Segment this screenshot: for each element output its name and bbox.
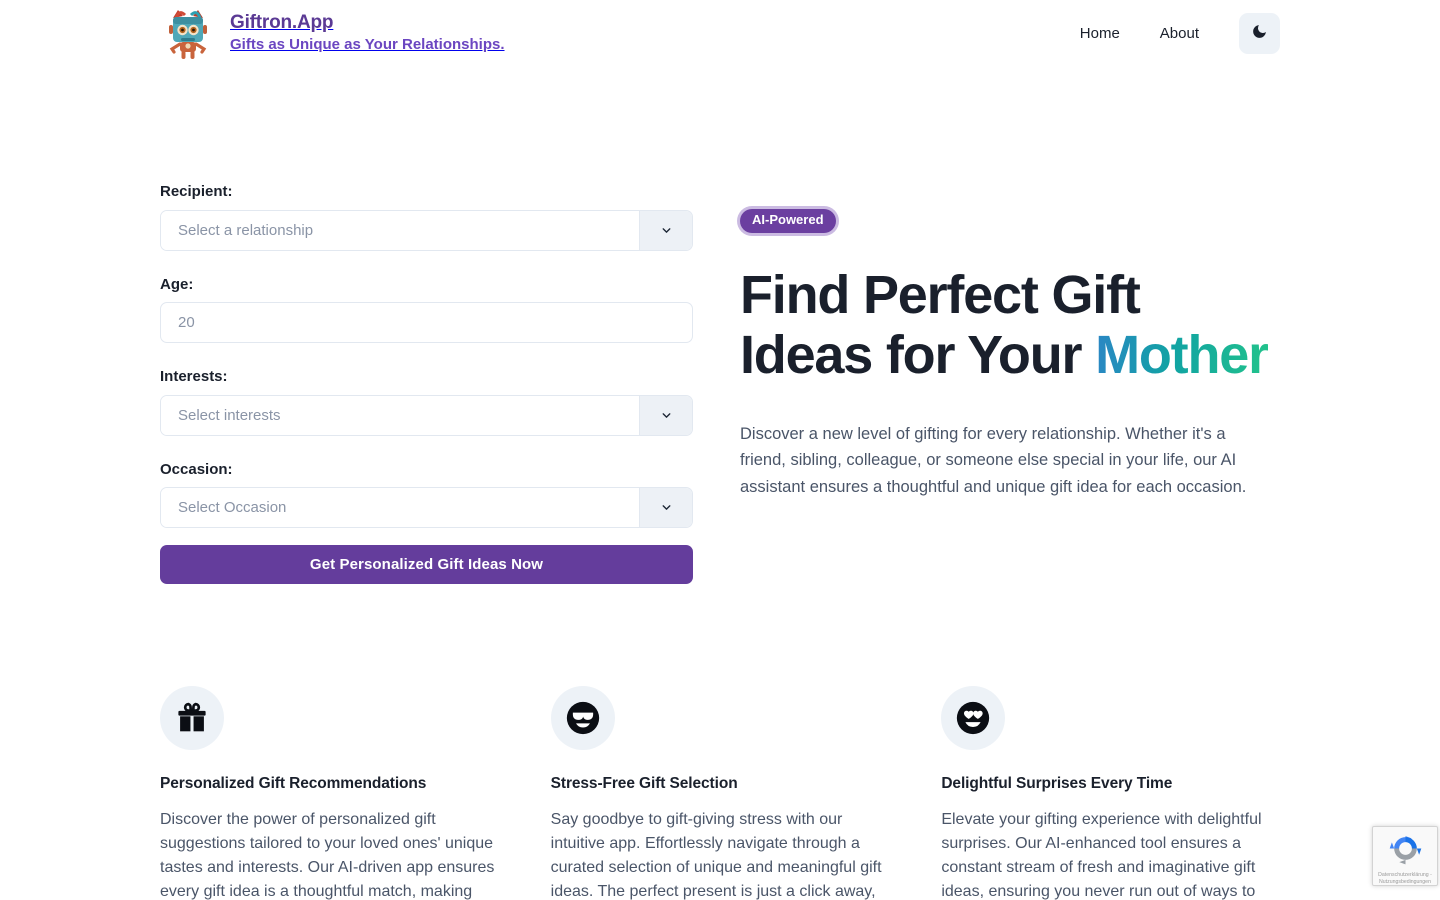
occasion-select[interactable]: Select Occasion <box>160 487 693 528</box>
interests-label: Interests: <box>160 368 228 385</box>
theme-toggle-button[interactable] <box>1239 12 1280 54</box>
recipient-label: Recipient: <box>160 183 233 200</box>
hero-grid: Recipient: Select a relationship Age: In… <box>160 66 1280 584</box>
sunglasses-smiley-icon <box>550 686 615 750</box>
nav-link-home[interactable]: Home <box>1060 18 1140 49</box>
feature-card: Stress-Free Gift Selection Say goodbye t… <box>550 686 890 900</box>
page-root: Giftron.App Gifts as Unique as Your Rela… <box>0 0 1440 900</box>
feature-description: Say goodbye to gift-giving stress with o… <box>550 811 882 900</box>
robot-mascot-logo-icon <box>160 5 216 61</box>
moon-icon <box>1251 23 1268 43</box>
interests-select-value: Select interests <box>161 395 639 435</box>
age-input[interactable] <box>160 302 693 343</box>
gift-box-icon <box>160 686 224 750</box>
ai-powered-badge: AI-Powered <box>740 209 836 233</box>
site-header: Giftron.App Gifts as Unique as Your Rela… <box>0 0 1440 66</box>
features-section: Personalized Gift Recommendations Discov… <box>0 686 1440 900</box>
recipient-select[interactable]: Select a relationship <box>160 209 693 251</box>
occasion-label: Occasion: <box>160 460 233 478</box>
interests-select[interactable]: Select interests <box>160 394 693 436</box>
feature-title: Personalized Gift Recommendations <box>160 775 427 792</box>
recaptcha-badge[interactable]: Datenschutzerklärung - Nutzungsbedingung… <box>1372 826 1438 886</box>
feature-title: Delightful Surprises Every Time <box>941 775 1173 792</box>
get-gift-ideas-button[interactable]: Get Personalized Gift Ideas Now <box>160 545 693 584</box>
feature-card: Delightful Surprises Every Time Elevate … <box>941 686 1280 900</box>
brand-title: Giftron.App <box>230 12 334 34</box>
heart-eyes-smiley-icon <box>941 686 1006 750</box>
main-content: Recipient: Select a relationship Age: In… <box>0 66 1440 584</box>
page-title: Find Perfect Gift Ideas for Your Mother <box>740 265 1280 385</box>
recipient-select-value: Select a relationship <box>161 210 639 250</box>
feature-card: Personalized Gift Recommendations Discov… <box>160 686 499 900</box>
recaptcha-legal-text[interactable]: Datenschutzerklärung - Nutzungsbedingung… <box>1374 872 1436 885</box>
chevron-down-icon[interactable] <box>639 395 692 435</box>
hero-title-main: Find Perfect Gift Ideas for Your <box>740 264 1141 385</box>
chevron-down-icon[interactable] <box>639 210 692 250</box>
brand-home-link[interactable]: Giftron.App Gifts as Unique as Your Rela… <box>160 5 505 61</box>
main-nav: Home About <box>1060 12 1280 54</box>
hero-description: Discover a new level of gifting for ever… <box>740 424 1247 496</box>
hero-title-accent: Mother <box>1095 324 1269 385</box>
hero-section: AI-Powered Find Perfect Gift Ideas for Y… <box>740 182 1280 500</box>
occasion-select-value: Select Occasion <box>161 488 639 527</box>
recaptcha-icon <box>1389 832 1422 870</box>
gift-finder-form: Recipient: Select a relationship Age: In… <box>160 182 694 584</box>
age-label: Age: <box>160 275 194 293</box>
feature-title: Stress-Free Gift Selection <box>550 775 738 792</box>
brand-tagline: Gifts as Unique as Your Relationships. <box>230 35 505 53</box>
feature-description: Discover the power of personalized gift … <box>160 811 495 900</box>
feature-description: Elevate your gifting experience with del… <box>941 811 1262 900</box>
brand-text: Giftron.App Gifts as Unique as Your Rela… <box>230 12 505 54</box>
nav-link-about[interactable]: About <box>1140 18 1219 49</box>
chevron-down-icon[interactable] <box>639 488 692 527</box>
